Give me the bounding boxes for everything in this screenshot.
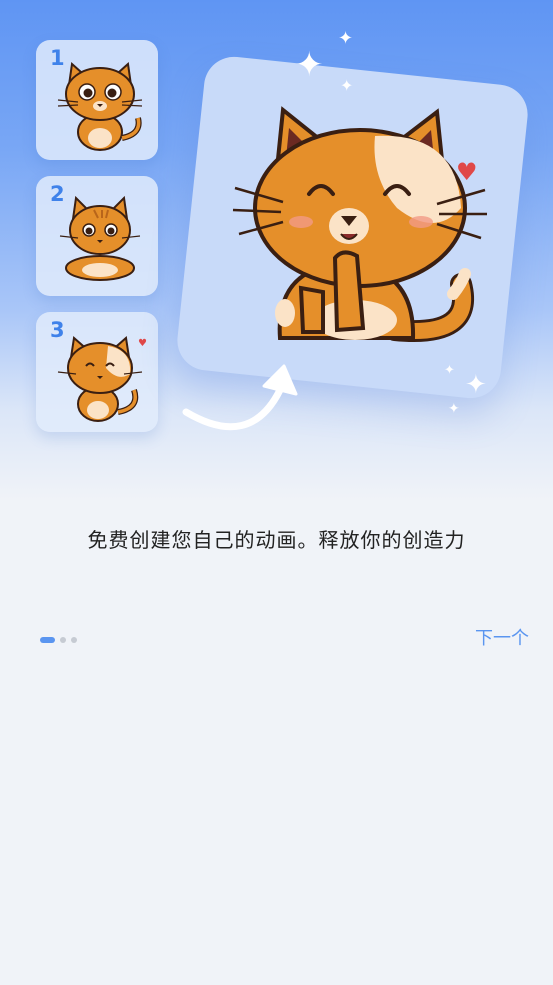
cat-sitting-icon	[57, 62, 143, 151]
sparkle-icon: ✦	[295, 45, 324, 85]
sparkle-icon: ✦	[448, 401, 460, 417]
step-thumbnail-3: 3 ♥	[36, 312, 158, 432]
tagline-text: 免费创建您自己的动画。释放你的创造力	[87, 528, 466, 552]
hero-illustration: 1 2 3 ♥ ♥ ✦ ✦ ✦ ✦ ✦ ✦	[0, 0, 553, 500]
page-dot	[71, 637, 77, 643]
sparkle-icon: ✦	[465, 370, 487, 400]
heart-icon: ♥	[456, 158, 478, 186]
page-indicator	[40, 637, 77, 643]
page-dot-active	[40, 637, 55, 643]
step-thumbnail-1: 1	[36, 40, 158, 160]
sparkle-icon: ✦	[444, 363, 455, 378]
cat-lying-icon	[59, 195, 141, 281]
sparkle-icon: ✦	[340, 76, 354, 95]
heart-icon: ♥	[138, 338, 147, 349]
sparkle-icon: ✦	[338, 28, 354, 49]
step-thumbnail-2: 2	[36, 176, 158, 296]
page-dot	[60, 637, 66, 643]
cat-illustration-large	[232, 106, 487, 342]
curved-arrow-icon	[182, 364, 298, 431]
cat-waving-icon	[57, 336, 143, 422]
next-button[interactable]: 下一个	[475, 624, 529, 650]
